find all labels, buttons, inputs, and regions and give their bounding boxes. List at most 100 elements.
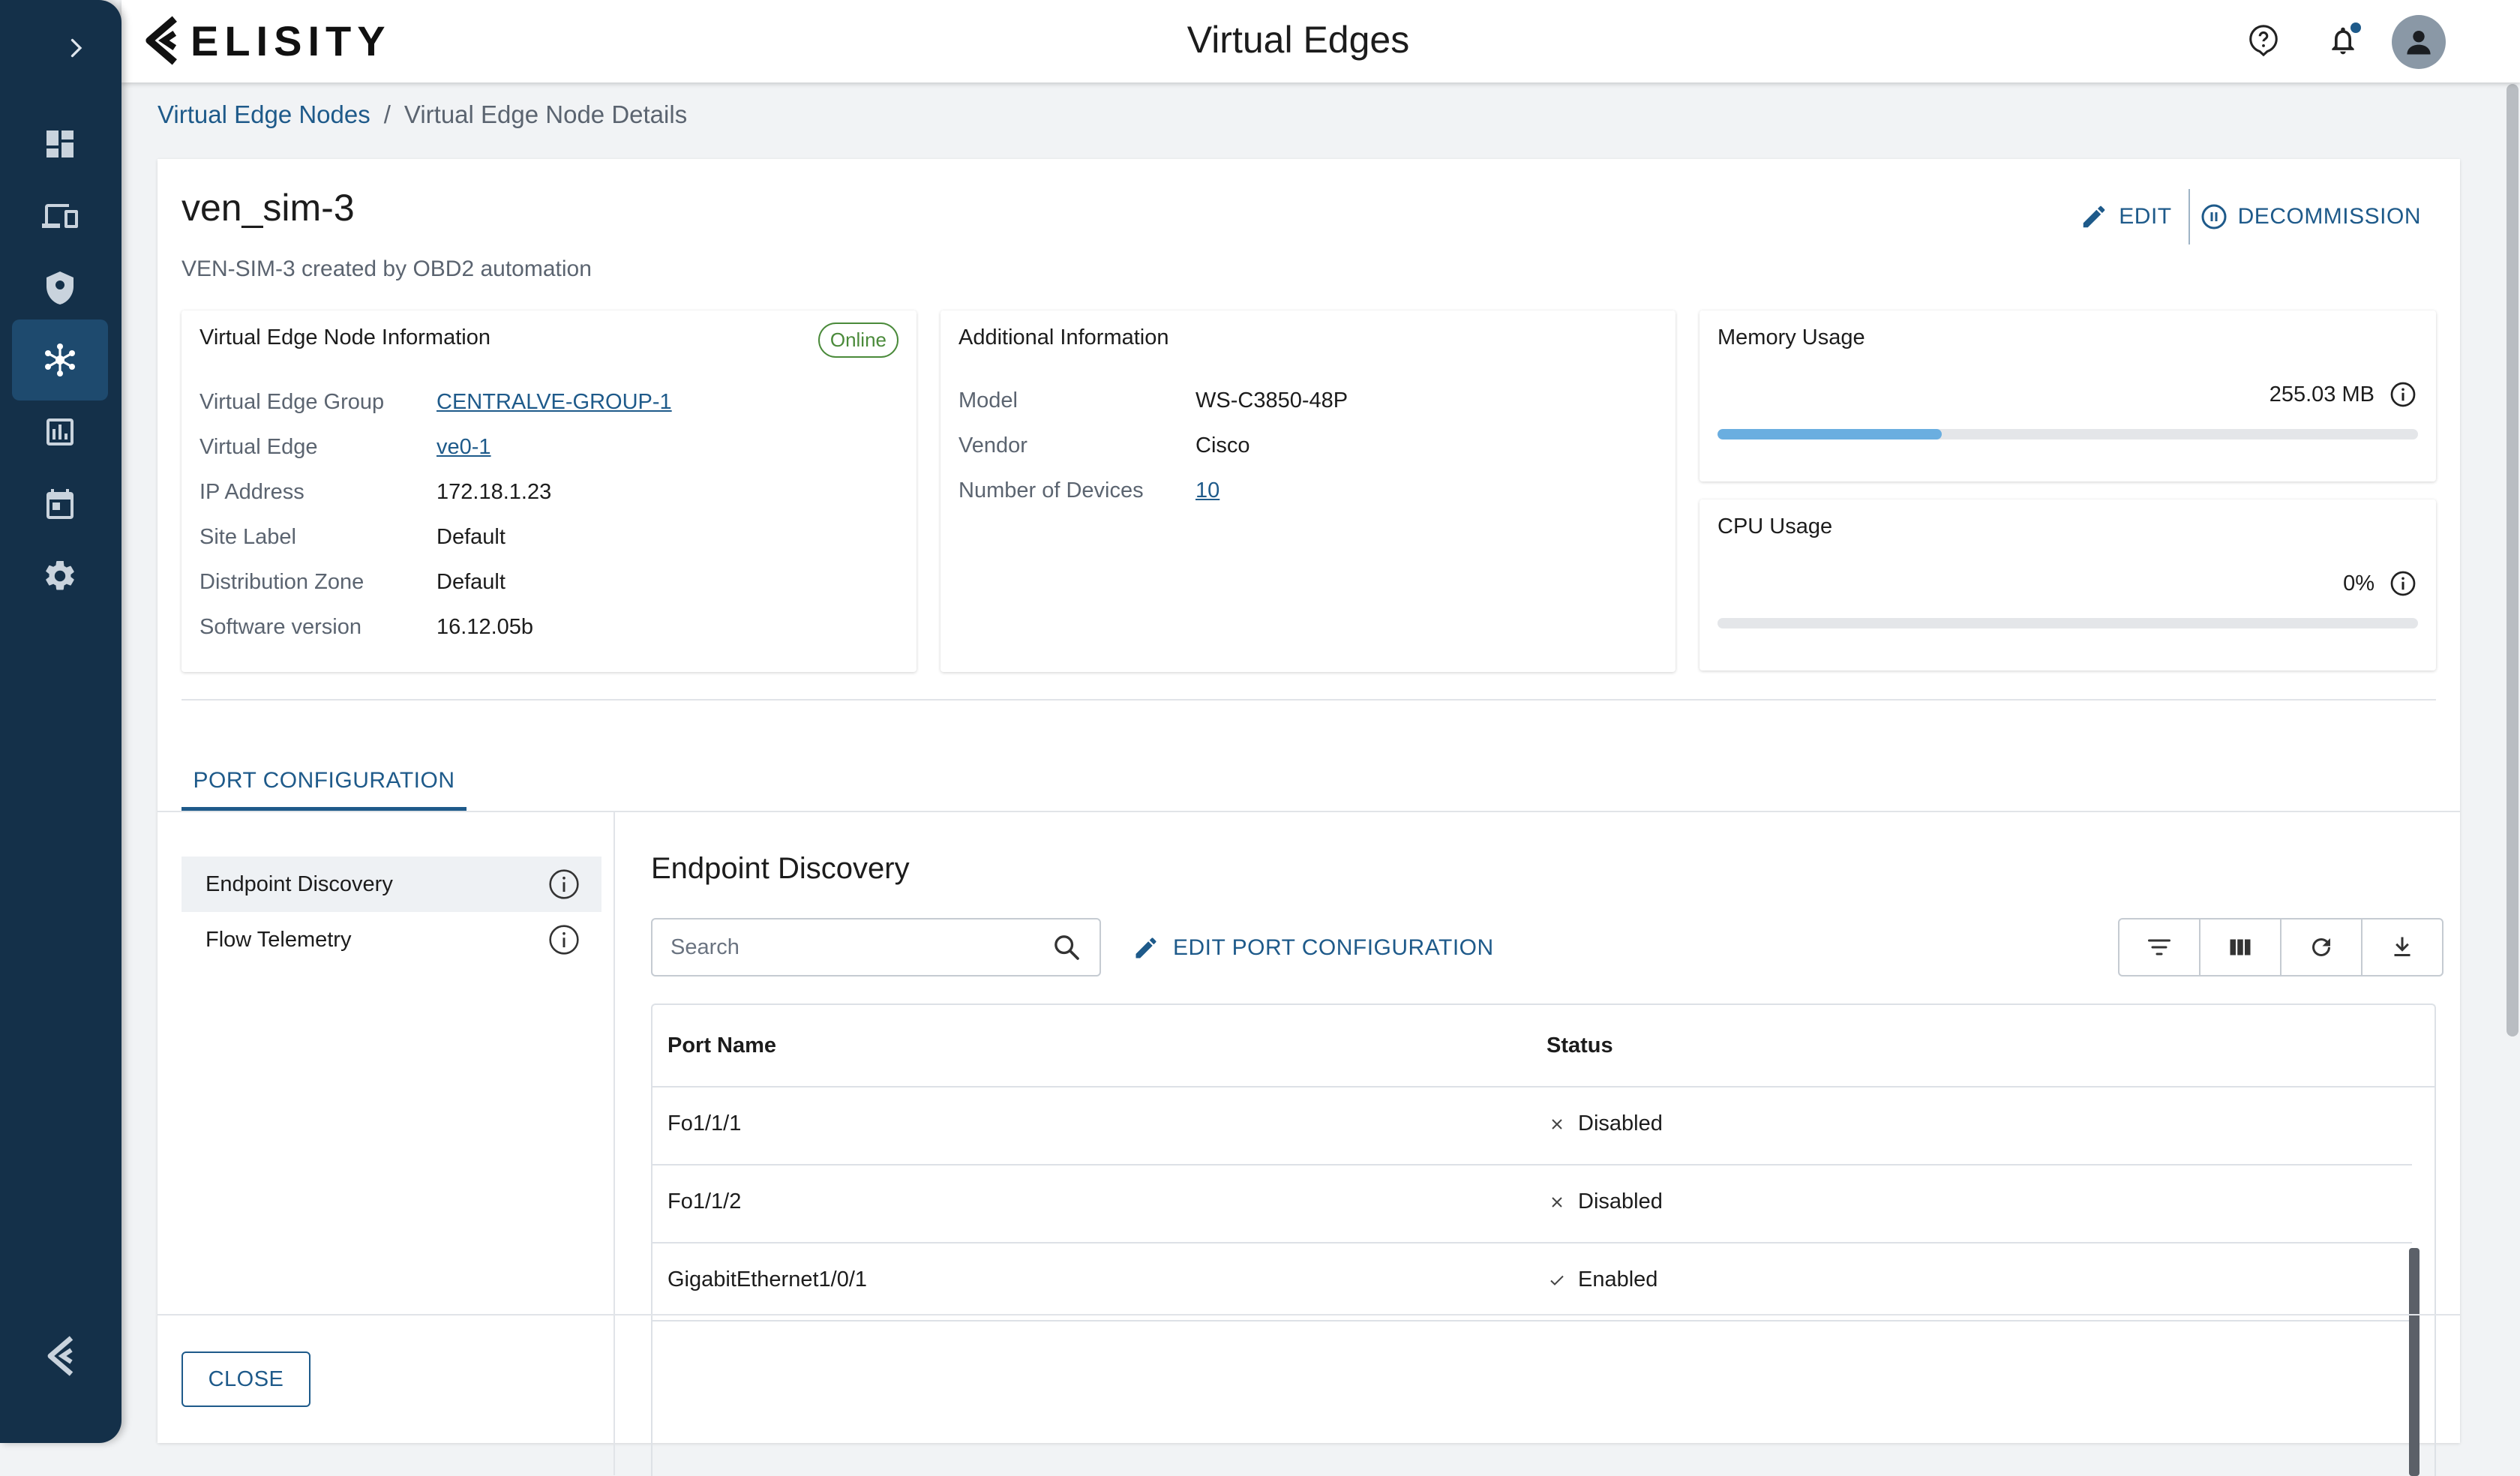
memory-usage-title: Memory Usage: [1718, 326, 1865, 350]
info-row: Number of Devices 10: [958, 478, 1220, 503]
node-details-card: ven_sim-3 VEN-SIM-3 created by OBD2 auto…: [158, 159, 2460, 1476]
breadcrumb-current: Virtual Edge Node Details: [404, 100, 688, 128]
download-icon: [2394, 937, 2410, 956]
elisity-logo-icon: [47, 1336, 74, 1376]
network-topology-icon: [45, 344, 75, 376]
node-actions: EDIT DECOMMISSION: [2080, 189, 2421, 244]
page-title: Virtual Edges: [1186, 19, 1410, 61]
info-value: Default: [436, 570, 506, 594]
number-of-devices-link[interactable]: 10: [1196, 478, 1220, 503]
menu-item-endpoint-discovery[interactable]: Endpoint Discovery: [182, 856, 602, 912]
info-value: Cisco: [1196, 434, 1250, 458]
info-icon[interactable]: [2390, 381, 2416, 408]
info-label: Virtual Edge Group: [200, 390, 385, 414]
pause-circle-icon: [2201, 204, 2227, 230]
checkmark-icon: [1550, 1275, 1564, 1286]
virtual-edge-group-link[interactable]: CENTRALVE-GROUP-1: [436, 390, 672, 415]
status-cell: Enabled: [1548, 1268, 1658, 1292]
pencil-icon: [2084, 206, 2105, 228]
edit-port-configuration-button[interactable]: EDIT PORT CONFIGURATION: [1132, 926, 1494, 970]
close-x-icon: [1552, 1118, 1562, 1130]
info-label: Software version: [200, 615, 362, 639]
status-badge: Online: [818, 322, 898, 358]
edit-button[interactable]: EDIT: [2080, 194, 2171, 240]
memory-usage-bar: [1718, 429, 2418, 440]
sidebar-item-devices[interactable]: [12, 176, 108, 256]
sidebar: [0, 0, 122, 1443]
menu-divider: [614, 812, 615, 1475]
info-label: Number of Devices: [958, 478, 1144, 502]
status-text: Disabled: [1578, 1190, 1663, 1214]
section-divider: [182, 699, 2436, 700]
info-row: Virtual Edge ve0-1: [200, 435, 491, 460]
memory-usage-value-row: 255.03 MB: [2270, 381, 2416, 408]
node-name: ven_sim-3: [182, 187, 355, 229]
info-label: Distribution Zone: [200, 570, 364, 594]
analytics-icon: [46, 418, 74, 446]
search-input[interactable]: Search: [651, 918, 1101, 976]
cpu-usage-bar: [1718, 618, 2418, 628]
memory-usage-panel: Memory Usage 255.03 MB: [1700, 310, 2436, 482]
sidebar-item-policy[interactable]: [12, 248, 108, 328]
close-button[interactable]: CLOSE: [182, 1352, 310, 1407]
columns-button[interactable]: [2200, 920, 2282, 975]
settings-gear-icon: [46, 560, 74, 590]
notification-dot: [2350, 22, 2361, 33]
info-icon[interactable]: [548, 868, 580, 901]
decommission-button[interactable]: DECOMMISSION: [2200, 194, 2421, 239]
cpu-usage-panel: CPU Usage 0%: [1700, 500, 2436, 670]
virtual-edge-link[interactable]: ve0-1: [436, 435, 491, 460]
info-icon[interactable]: [548, 923, 580, 956]
port-name-cell: Fo1/1/2: [668, 1190, 742, 1214]
sidebar-expand-button[interactable]: [0, 26, 122, 70]
filter-icon: [2148, 939, 2170, 956]
additional-info-title: Additional Information: [958, 326, 1169, 350]
pencil-icon: [1136, 938, 1156, 958]
sidebar-item-dashboard[interactable]: [12, 104, 108, 184]
info-row: Model WS-C3850-48P: [958, 388, 1348, 413]
status-text: Disabled: [1578, 1112, 1663, 1136]
help-icon: [2249, 25, 2278, 57]
notifications-button[interactable]: [2319, 16, 2367, 64]
download-button[interactable]: [2362, 920, 2442, 975]
port-name-cell: Fo1/1/1: [668, 1112, 742, 1136]
top-header: ELISITY Virtual Edges: [122, 0, 2520, 82]
info-label: Model: [958, 388, 1018, 412]
info-row: Distribution Zone Default: [200, 570, 506, 595]
breadcrumb-virtual-edge-nodes[interactable]: Virtual Edge Nodes: [158, 100, 370, 129]
info-label: Virtual Edge: [200, 435, 318, 459]
sidebar-item-calendar[interactable]: [12, 464, 108, 544]
port-name-cell: GigabitEthernet1/0/1: [668, 1268, 868, 1292]
columns-icon: [2230, 939, 2251, 956]
info-icon[interactable]: [2390, 570, 2416, 597]
info-value: 172.18.1.23: [436, 480, 552, 504]
page-scrollbar[interactable]: [2506, 84, 2518, 1036]
menu-item-label: Flow Telemetry: [206, 927, 352, 952]
info-row: IP Address 172.18.1.23: [200, 480, 551, 505]
table-row[interactable]: Fo1/1/2 Disabled: [652, 1164, 2412, 1244]
dashboard-icon: [46, 130, 74, 158]
user-avatar[interactable]: [2392, 15, 2446, 69]
edit-port-label: EDIT PORT CONFIGURATION: [1173, 935, 1494, 960]
filter-button[interactable]: [2120, 920, 2200, 975]
user-icon: [2407, 30, 2431, 55]
action-divider: [2188, 189, 2190, 244]
ports-table: Port Name Status Fo1/1/1 Disabled Fo1/1/…: [651, 1004, 2436, 1476]
menu-item-flow-telemetry[interactable]: Flow Telemetry: [182, 912, 602, 968]
additional-info-panel: Additional Information Model WS-C3850-48…: [940, 310, 1676, 672]
table-row[interactable]: Fo1/1/1 Disabled: [652, 1086, 2412, 1166]
help-button[interactable]: [2240, 16, 2288, 64]
column-header-port-name[interactable]: Port Name: [668, 1034, 776, 1058]
calendar-icon: [46, 489, 74, 519]
info-label: IP Address: [200, 480, 304, 504]
table-scrollbar[interactable]: [2409, 1248, 2420, 1476]
sidebar-item-analytics[interactable]: [12, 392, 108, 472]
refresh-button[interactable]: [2282, 920, 2362, 975]
info-row: Site Label Default: [200, 525, 506, 550]
close-x-icon: [1552, 1196, 1562, 1208]
column-header-status[interactable]: Status: [1546, 1034, 1613, 1058]
table-row[interactable]: GigabitEthernet1/0/1 Enabled: [652, 1242, 2412, 1322]
cpu-usage-value-row: 0%: [2343, 570, 2416, 597]
sidebar-item-settings[interactable]: [12, 536, 108, 616]
sidebar-item-virtual-edges[interactable]: [12, 320, 108, 400]
